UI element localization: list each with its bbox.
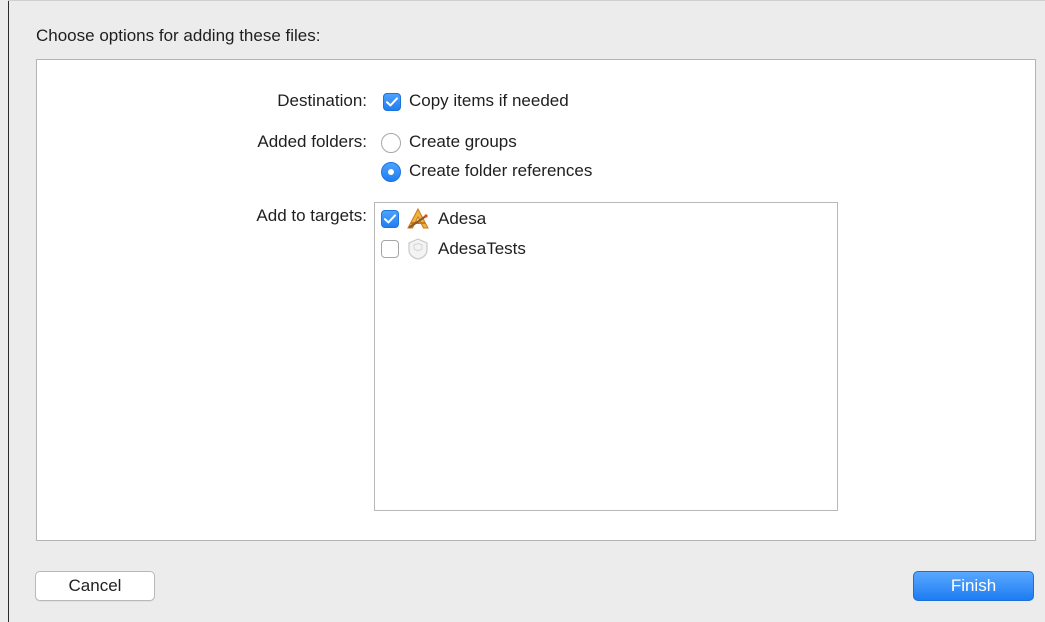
- dialog-title: Choose options for adding these files:: [36, 26, 321, 45]
- create-groups-label[interactable]: Create groups: [409, 132, 517, 152]
- test-bundle-icon: [406, 237, 430, 261]
- app-target-icon: [406, 207, 430, 231]
- checkmark-icon: [386, 97, 398, 107]
- cancel-button[interactable]: Cancel: [35, 571, 155, 601]
- target-adesa-label[interactable]: Adesa: [438, 209, 486, 229]
- finish-button[interactable]: Finish: [913, 571, 1034, 601]
- create-groups-radio[interactable]: [381, 133, 401, 153]
- create-folder-references-radio[interactable]: [381, 162, 401, 182]
- target-adesatests-checkbox[interactable]: [381, 240, 399, 258]
- targets-list[interactable]: Adesa AdesaTests: [374, 202, 838, 511]
- options-panel: Destination: Copy items if needed Added …: [36, 59, 1036, 541]
- copy-items-checkbox[interactable]: [383, 93, 401, 111]
- add-files-dialog: Choose options for adding these files: D…: [0, 0, 1045, 622]
- target-adesa-checkbox[interactable]: [381, 210, 399, 228]
- window-left-edge: [8, 0, 9, 622]
- add-to-targets-label: Add to targets:: [256, 206, 367, 225]
- destination-label: Destination:: [277, 91, 367, 110]
- target-adesatests-label[interactable]: AdesaTests: [438, 239, 526, 259]
- checkmark-icon: [384, 214, 396, 224]
- added-folders-label: Added folders:: [257, 132, 367, 151]
- copy-items-label[interactable]: Copy items if needed: [409, 91, 569, 111]
- create-folder-references-label[interactable]: Create folder references: [409, 161, 592, 181]
- window-top-edge: [8, 0, 1045, 1]
